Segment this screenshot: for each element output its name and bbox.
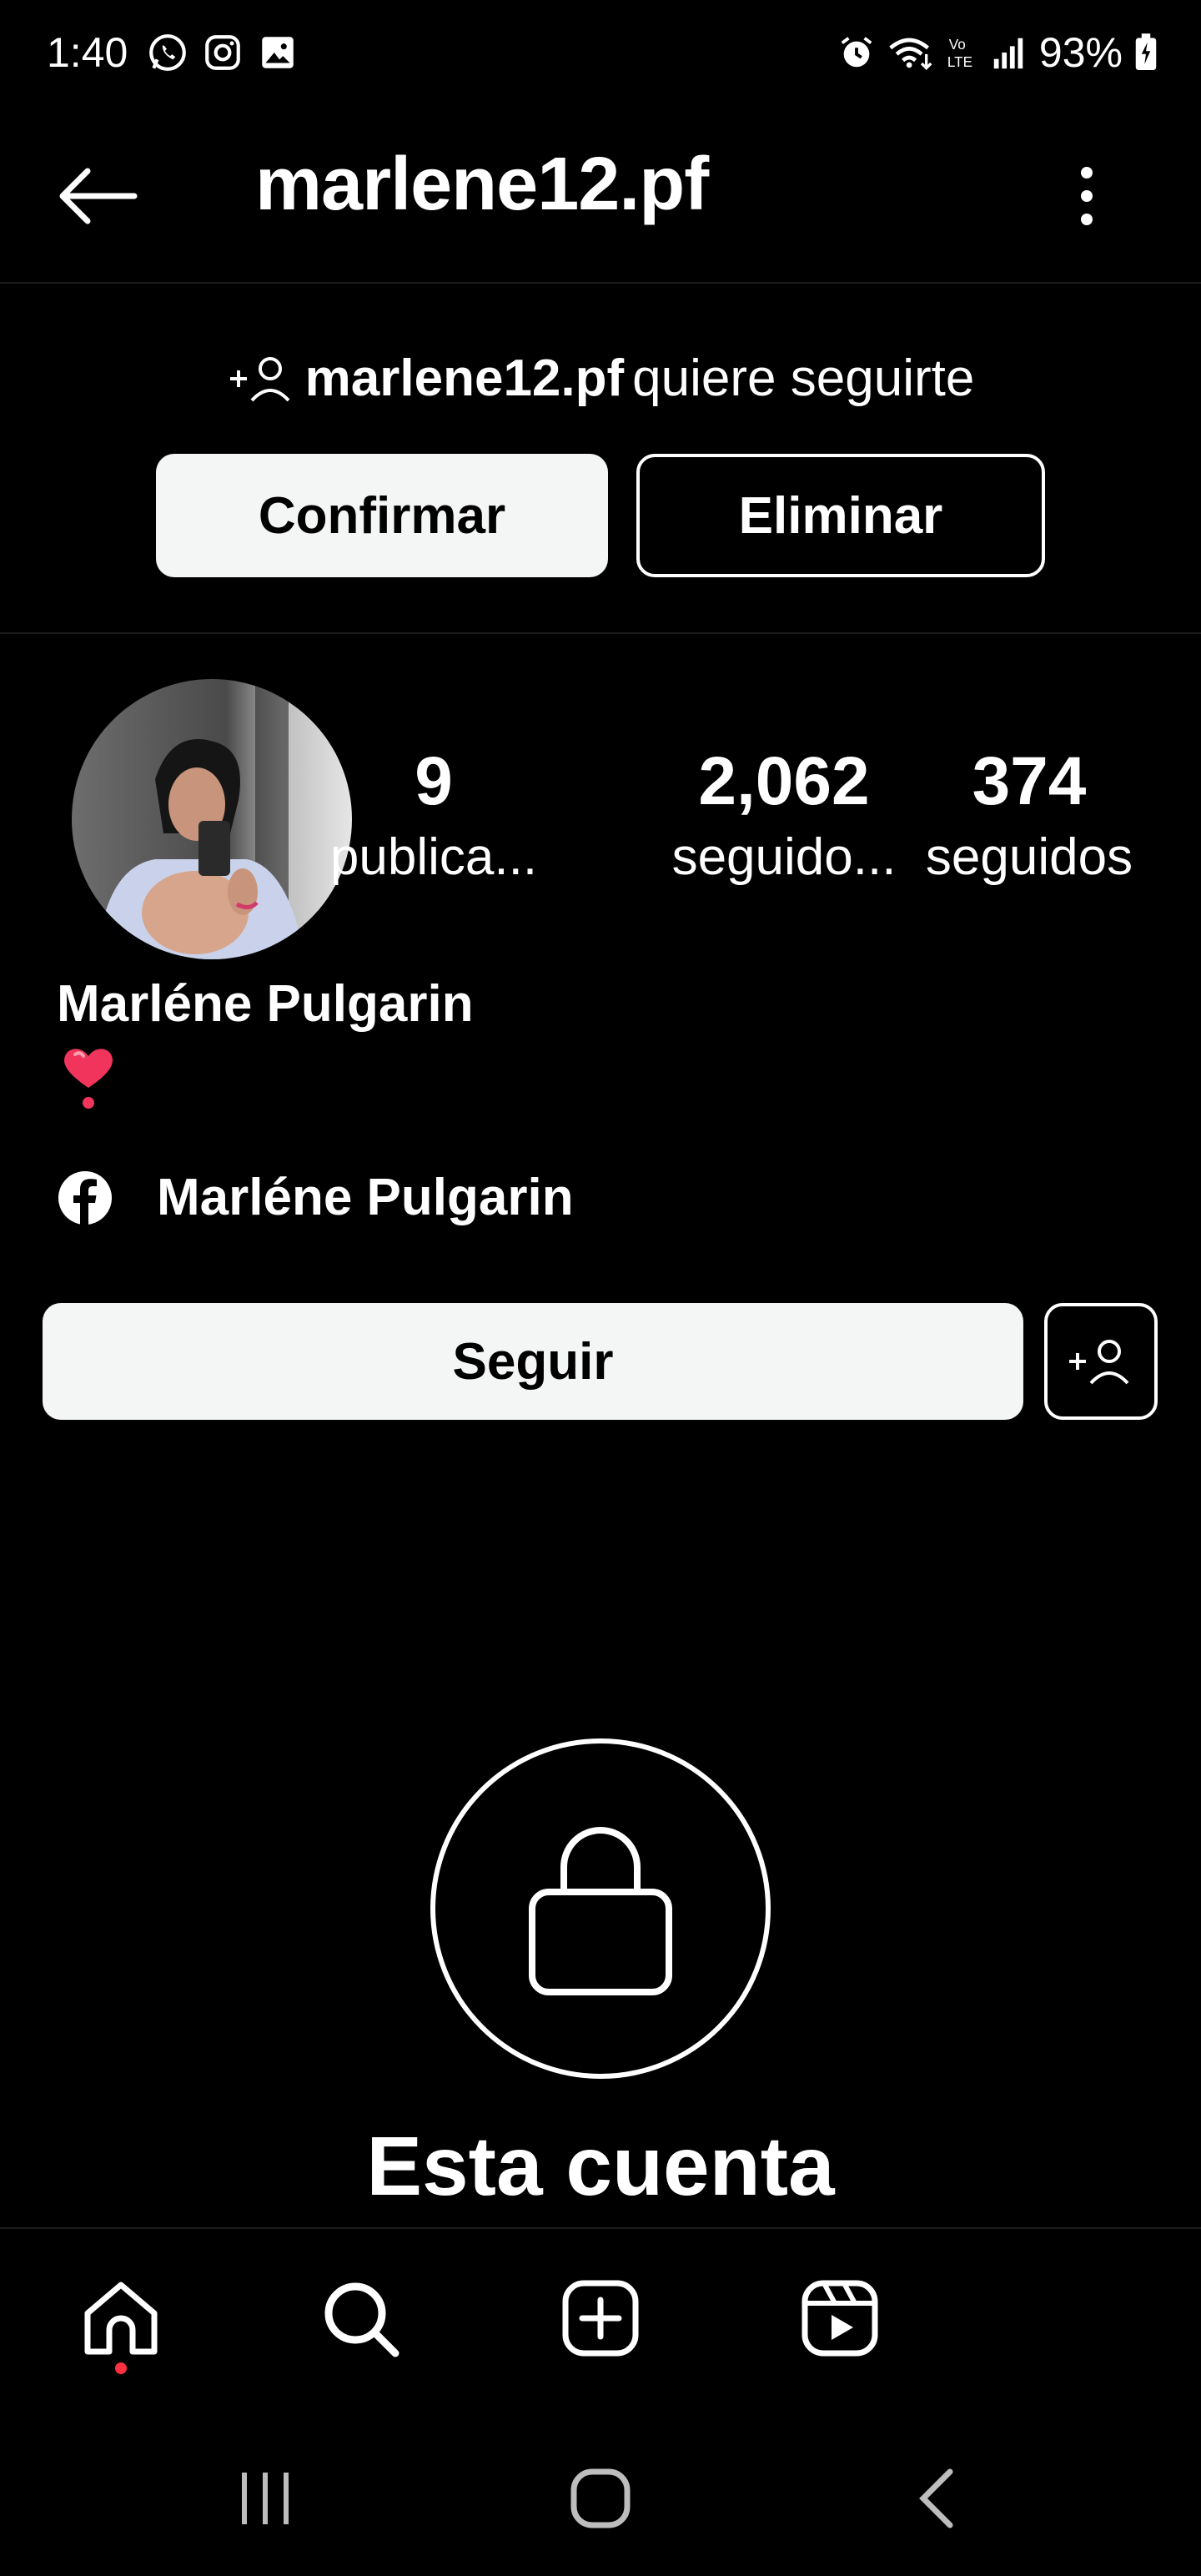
add-person-icon [1069,1340,1129,1385]
suggested-users-button[interactable] [1044,1303,1158,1420]
signal-icon [993,38,1023,69]
wifi-icon [889,38,932,71]
battery-charging-icon [1135,33,1157,70]
facebook-link[interactable]: Marléne Pulgarin [57,1168,574,1227]
bottom-navigation [0,2227,1201,2419]
status-time: 1:40 [47,29,128,76]
facebook-name: Marléne Pulgarin [157,1169,574,1226]
more-vertical-icon [1081,167,1093,225]
following-count: 374 [972,743,1087,819]
heart-exclamation-icon [64,1049,113,1109]
alarm-icon [841,37,872,68]
delete-button[interactable]: Eliminar [636,454,1045,577]
followers-label: seguido... [671,828,897,886]
back-button[interactable] [52,150,143,242]
home-button[interactable] [559,2461,642,2536]
private-account-badge [430,1738,771,2079]
facebook-icon [58,1170,112,1225]
follow-button[interactable]: Seguir [43,1303,1023,1420]
recent-apps-button[interactable] [224,2461,307,2536]
volte-icon: VoLTE [947,37,972,70]
bio: ❣️ [60,1044,117,1115]
request-message: quiere seguirte [632,350,975,407]
add-person-icon [229,356,290,401]
page-title: marlene12.pf [255,143,709,226]
nav-reels[interactable] [794,2272,886,2364]
profile-display-name: Marléne Pulgarin [57,975,474,1033]
system-navigation-bar [0,2419,1201,2576]
lock-icon [529,1827,672,1995]
nav-search[interactable] [314,2272,406,2364]
svg-text:LTE: LTE [947,54,972,70]
search-icon [324,2282,399,2357]
posts-label: publica... [329,828,538,886]
home-circle-icon [570,2468,631,2528]
create-icon [562,2280,639,2357]
request-username[interactable]: marlene12.pf [305,349,625,408]
profile-header: marlene12.pf [0,108,1201,284]
home-icon [84,2282,158,2355]
nav-create[interactable] [555,2272,646,2364]
reels-icon [802,2280,878,2357]
recent-apps-icon [242,2473,289,2524]
notification-dot [115,2362,127,2374]
chevron-left-icon [919,2468,953,2528]
follow-request-banner: marlene12.pf quiere seguirte Confirmar E… [0,284,1201,634]
svg-text:Vo: Vo [949,37,966,53]
status-bar: 1:40 Vo LTE 93% [0,0,1201,108]
gallery-icon [262,37,294,68]
stat-followers[interactable]: 2,062 seguido... [663,742,905,887]
private-account-title: Esta cuenta [366,2120,835,2213]
profile-photo [72,679,352,959]
battery-level: 93% [1038,29,1123,76]
confirm-button[interactable]: Confirmar [156,454,608,577]
followers-count: 2,062 [698,743,870,819]
stat-following[interactable]: 374 seguidos [912,742,1146,887]
system-back-button[interactable] [894,2461,977,2536]
whatsapp-icon [149,34,186,71]
nav-home[interactable] [75,2272,167,2364]
options-button[interactable] [1058,150,1116,242]
avatar[interactable] [72,679,352,959]
follow-request-text: marlene12.pf quiere seguirte [0,349,1201,408]
following-label: seguidos [925,828,1133,886]
arrow-left-icon [59,168,138,224]
stat-posts[interactable]: 9 publica... [329,742,538,887]
instagram-icon [205,35,240,70]
posts-count: 9 [415,743,453,819]
